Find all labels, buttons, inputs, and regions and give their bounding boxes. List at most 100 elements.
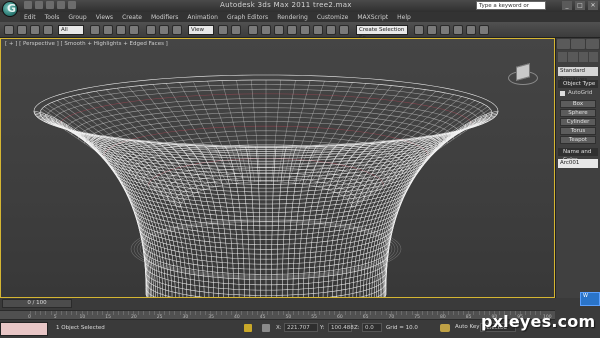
new-file-icon[interactable]	[24, 1, 32, 9]
menu-create[interactable]: Create	[122, 14, 142, 21]
command-panel-tabs	[556, 38, 600, 50]
rotate-icon[interactable]	[159, 25, 169, 35]
watermark-tag: W	[580, 292, 600, 306]
curve-editor-icon[interactable]	[414, 25, 424, 35]
menu-customize[interactable]: Customize	[317, 14, 349, 21]
move-icon[interactable]	[146, 25, 156, 35]
menu-tools[interactable]: Tools	[45, 14, 60, 21]
unlink-icon[interactable]	[43, 25, 53, 35]
scale-icon[interactable]	[172, 25, 182, 35]
minimize-button[interactable]: _	[562, 1, 572, 10]
teapot-button[interactable]: Teapot	[560, 136, 596, 144]
object-type-rollout[interactable]: Object Type	[558, 80, 598, 88]
window-title: Autodesk 3ds Max 2011 tree2.max	[220, 1, 352, 9]
main-toolbar: All View Create Selection Se	[0, 22, 600, 41]
x-coordinate-field[interactable]: 221.707	[284, 323, 318, 332]
menu-animation[interactable]: Animation	[187, 14, 218, 21]
redo-icon[interactable]	[68, 1, 76, 9]
material-editor-icon[interactable]	[440, 25, 450, 35]
autogrid-checkbox[interactable]: AutoGrid	[558, 90, 598, 98]
sphere-button[interactable]: Sphere	[560, 109, 596, 117]
layer-manager-icon[interactable]	[339, 25, 349, 35]
schematic-view-icon[interactable]	[427, 25, 437, 35]
absolute-mode-icon[interactable]	[262, 324, 270, 332]
menu-help[interactable]: Help	[397, 14, 411, 21]
track-bar[interactable]: 0 5 10 15 20 25 30 35 40 45 50 55 60 65 70 75 80 85 90 95 10…	[0, 310, 555, 320]
x-label: X:	[276, 325, 282, 331]
open-file-icon[interactable]	[35, 1, 43, 9]
maximize-button[interactable]: □	[575, 1, 585, 10]
time-slider-bar: 0 / 100	[0, 298, 600, 310]
menu-group[interactable]: Group	[68, 14, 86, 21]
bowl-wireframe-mesh[interactable]	[1, 39, 555, 298]
select-by-name-icon[interactable]	[103, 25, 113, 35]
maxscript-listener[interactable]	[0, 322, 48, 336]
rectangular-selection-icon[interactable]	[116, 25, 126, 35]
grid-size: Grid = 10.0	[386, 325, 418, 331]
object-name-field[interactable]: Arc001	[558, 159, 598, 168]
y-label: Y:	[320, 325, 325, 331]
bowl-wire	[78, 131, 170, 297]
undo-toolbar-icon[interactable]	[4, 25, 14, 35]
render-production-icon[interactable]	[479, 25, 489, 35]
select-object-icon[interactable]	[90, 25, 100, 35]
primitive-category-dropdown[interactable]: Standard Primitives	[558, 67, 598, 83]
bowl-wire	[72, 130, 167, 297]
percent-snap-icon[interactable]	[274, 25, 284, 35]
select-manipulate-icon[interactable]	[231, 25, 241, 35]
menu-views[interactable]: Views	[96, 14, 113, 21]
quick-access-toolbar	[24, 1, 76, 9]
menu-modifiers[interactable]: Modifiers	[151, 14, 178, 21]
perspective-viewport[interactable]: [ + ] [ Perspective ] [ Smooth + Highlig…	[0, 38, 555, 298]
link-icon[interactable]	[30, 25, 40, 35]
mirror-icon[interactable]	[313, 25, 323, 35]
reference-coordinate-dropdown[interactable]: View	[188, 25, 214, 35]
box-button[interactable]: Box	[560, 100, 596, 108]
pivot-icon[interactable]	[218, 25, 228, 35]
bowl-wire	[207, 81, 245, 183]
cylinder-button[interactable]: Cylinder	[560, 118, 596, 126]
hierarchy-tab-icon[interactable]	[585, 39, 599, 49]
time-slider[interactable]: 0 / 100	[2, 299, 72, 308]
edit-named-selection-icon[interactable]	[300, 25, 310, 35]
spinner-snap-icon[interactable]	[287, 25, 297, 35]
redo-toolbar-icon[interactable]	[17, 25, 27, 35]
snap-toggle-icon[interactable]	[248, 25, 258, 35]
window-crossing-icon[interactable]	[129, 25, 139, 35]
geometry-icon[interactable]	[558, 52, 568, 62]
y-coordinate-field[interactable]: 100.488	[328, 323, 354, 332]
close-button[interactable]: ✕	[588, 1, 598, 10]
auto-key-button[interactable]: Auto Key	[455, 324, 480, 330]
bowl-wire	[362, 131, 454, 297]
z-coordinate-field[interactable]: 0.0	[362, 323, 382, 332]
torus-button[interactable]: Torus	[560, 127, 596, 135]
bowl-wire	[271, 146, 277, 297]
menu-maxscript[interactable]: MAXScript	[357, 14, 388, 21]
command-panel: Standard Primitives Object Type AutoGrid…	[555, 38, 600, 298]
menu-rendering[interactable]: Rendering	[277, 14, 308, 21]
set-key-icon[interactable]	[440, 324, 450, 332]
window-controls: _ □ ✕	[562, 1, 598, 10]
lights-icon[interactable]	[578, 52, 588, 62]
cameras-icon[interactable]	[588, 52, 598, 62]
menu-graph-editors[interactable]: Graph Editors	[227, 14, 268, 21]
selection-filter-dropdown[interactable]: All	[58, 25, 84, 35]
selection-lock-icon[interactable]	[244, 324, 252, 332]
align-icon[interactable]	[326, 25, 336, 35]
menu-edit[interactable]: Edit	[24, 14, 36, 21]
undo-icon[interactable]	[57, 1, 65, 9]
render-setup-icon[interactable]	[453, 25, 463, 35]
bowl-wire	[365, 130, 460, 297]
save-file-icon[interactable]	[46, 1, 54, 9]
modify-tab-icon[interactable]	[571, 39, 585, 49]
search-input[interactable]: Type a keyword or phrase	[476, 1, 546, 17]
shapes-icon[interactable]	[568, 52, 578, 62]
app-logo-letter: G	[7, 2, 17, 15]
selection-status: 1 Object Selected	[56, 325, 105, 331]
rendered-frame-window-icon[interactable]	[466, 25, 476, 35]
name-and-color-rollout[interactable]: Name and Color	[558, 148, 598, 163]
create-tab-icon[interactable]	[557, 39, 571, 49]
angle-snap-icon[interactable]	[261, 25, 271, 35]
app-menu-button[interactable]: G	[2, 1, 18, 17]
named-selection-sets-dropdown[interactable]: Create Selection Se	[356, 25, 408, 41]
